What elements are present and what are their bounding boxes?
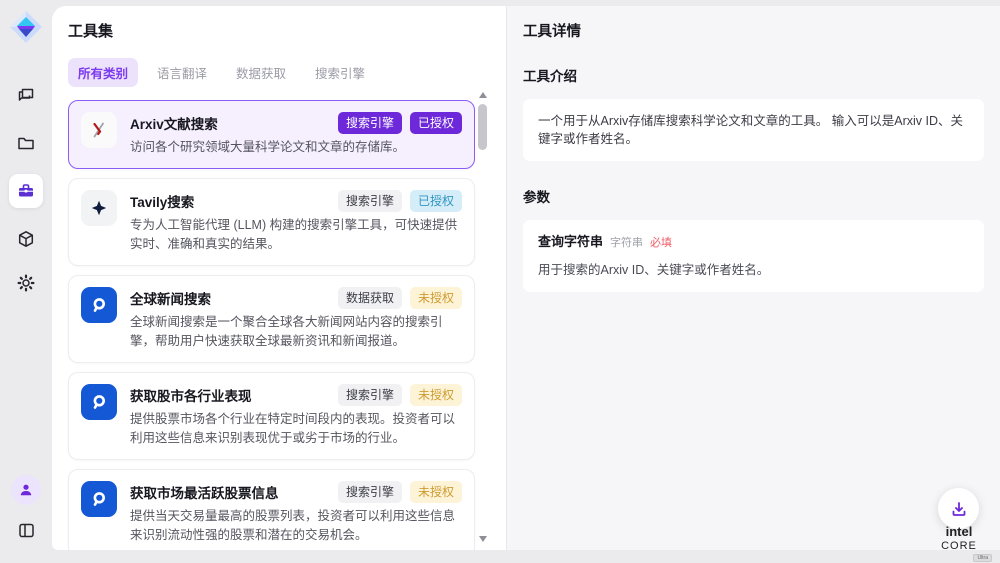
tool-card-stock-sectors[interactable]: 获取股市各行业表现 搜索引擎 未授权 提供股票市场各个行业在特定时间段内的表现。… (68, 372, 475, 460)
category-badge: 搜索引擎 (338, 384, 402, 406)
tool-detail-panel: 工具详情 工具介绍 一个用于从Arxiv存储库搜索科学论文和文章的工具。 输入可… (506, 6, 1000, 550)
tool-name: 获取股市各行业表现 (130, 385, 252, 405)
core-brand-text: core (941, 540, 977, 552)
tool-name: Tavily搜索 (130, 191, 194, 211)
user-avatar[interactable] (11, 475, 41, 505)
category-tabs: 所有类别 语言翻译 数据获取 搜索引擎 (68, 58, 506, 87)
folder-nav-icon[interactable] (9, 126, 43, 160)
collapse-sidebar-icon[interactable] (9, 513, 43, 547)
param-card: 查询字符串 字符串 必填 用于搜索的Arxiv ID、关键字或作者姓名。 (523, 220, 984, 292)
tool-intro-card: 一个用于从Arxiv存储库搜索科学论文和文章的工具。 输入可以是Arxiv ID… (523, 99, 984, 161)
chat-nav-icon[interactable] (9, 78, 43, 112)
tool-description: 提供股票市场各个行业在特定时间段内的表现。投资者可以利用这些信息来识别表现优于或… (130, 410, 462, 448)
arxiv-x-icon (81, 112, 117, 148)
tool-description: 访问各个研究领域大量科学论文和文章的存储库。 (130, 138, 462, 157)
juhe-q-icon (81, 481, 117, 517)
scrollbar-thumb[interactable] (478, 104, 487, 150)
list-scrollbar[interactable] (478, 88, 487, 546)
category-badge: 搜索引擎 (338, 481, 402, 503)
category-badge: 数据获取 (338, 287, 402, 309)
param-description: 用于搜索的Arxiv ID、关键字或作者姓名。 (538, 261, 969, 279)
juhe-q-icon (81, 287, 117, 323)
gear-nav-icon[interactable] (9, 266, 43, 300)
tool-list-panel: 工具集 所有类别 语言翻译 数据获取 搜索引擎 Arxiv文献搜索 (52, 6, 506, 550)
tab-all-categories[interactable]: 所有类别 (68, 58, 138, 87)
tab-data-acquisition[interactable]: 数据获取 (226, 58, 296, 87)
tool-name: 全球新闻搜索 (130, 288, 211, 308)
left-rail (0, 0, 52, 563)
app-logo-icon (9, 10, 43, 44)
tool-card-list: Arxiv文献搜索 搜索引擎 已授权 访问各个研究领域大量科学论文和文章的存储库… (68, 100, 475, 550)
scroll-down-arrow-icon[interactable] (479, 536, 487, 542)
tab-search-engine[interactable]: 搜索引擎 (305, 58, 375, 87)
scroll-up-arrow-icon[interactable] (479, 92, 487, 98)
auth-badge: 已授权 (410, 112, 462, 134)
tool-name: 获取市场最活跃股票信息 (130, 482, 279, 502)
auth-badge: 未授权 (410, 481, 462, 503)
category-badge: 搜索引擎 (338, 112, 402, 134)
tool-description: 专为人工智能代理 (LLM) 构建的搜索引擎工具，可快速提供实时、准确和真实的结… (130, 216, 462, 254)
tool-card-global-news[interactable]: 全球新闻搜索 数据获取 未授权 全球新闻搜索是一个聚合全球各大新闻网站内容的搜索… (68, 275, 475, 363)
tab-language-translation[interactable]: 语言翻译 (147, 58, 217, 87)
param-required-flag: 必填 (650, 234, 672, 252)
auth-badge: 未授权 (410, 287, 462, 309)
param-name: 查询字符串 (538, 233, 603, 251)
sparkle-icon (81, 190, 117, 226)
auth-badge: 未授权 (410, 384, 462, 406)
intel-core-logo: intel core Ultra (926, 525, 992, 562)
cube-nav-icon[interactable] (9, 222, 43, 256)
tool-card-active-stocks[interactable]: 获取市场最活跃股票信息 搜索引擎 未授权 提供当天交易量最高的股票列表，投资者可… (68, 469, 475, 550)
intel-brand-text: intel (946, 524, 973, 539)
download-icon (949, 499, 969, 519)
detail-title: 工具详情 (523, 20, 984, 41)
juhe-q-icon (81, 384, 117, 420)
ultra-badge: Ultra (973, 554, 992, 562)
intro-section-title: 工具介绍 (523, 65, 984, 85)
download-button[interactable] (938, 488, 979, 529)
category-badge: 搜索引擎 (338, 190, 402, 212)
tool-description: 提供当天交易量最高的股票列表，投资者可以利用这些信息来识别流动性强的股票和潜在的… (130, 507, 462, 545)
tool-description: 全球新闻搜索是一个聚合全球各大新闻网站内容的搜索引擎，帮助用户快速获取全球最新资… (130, 313, 462, 351)
main-content: 工具集 所有类别 语言翻译 数据获取 搜索引擎 Arxiv文献搜索 (52, 6, 1000, 550)
tool-list-title: 工具集 (68, 20, 506, 41)
params-section-title: 参数 (523, 186, 984, 206)
tool-name: Arxiv文献搜索 (130, 113, 218, 133)
tool-card-tavily[interactable]: Tavily搜索 搜索引擎 已授权 专为人工智能代理 (LLM) 构建的搜索引擎… (68, 178, 475, 266)
toolbox-nav-icon-active[interactable] (9, 174, 43, 208)
param-type: 字符串 (610, 234, 643, 252)
tool-card-arxiv[interactable]: Arxiv文献搜索 搜索引擎 已授权 访问各个研究领域大量科学论文和文章的存储库… (68, 100, 475, 169)
auth-badge: 已授权 (410, 190, 462, 212)
